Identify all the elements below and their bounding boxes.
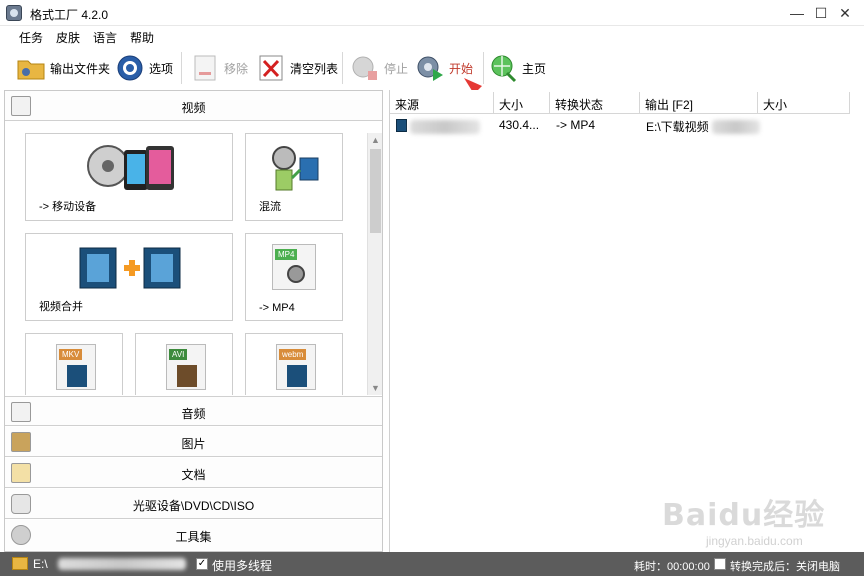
category-picture[interactable]: 图片 (5, 427, 382, 457)
output-path: E:\ (33, 557, 48, 571)
scroll-up-arrow-icon[interactable]: ▲ (368, 133, 383, 147)
folder-icon[interactable] (12, 557, 28, 570)
tile-mux[interactable]: 混流 (245, 133, 343, 221)
category-panel: 视频 -> 移动设备 混流 视频合并 MP4 -> MP4 MKV AVI we… (4, 90, 383, 552)
output-path-blurred (712, 120, 760, 134)
column-size[interactable]: 大小 (494, 92, 550, 114)
avi-file-icon: AVI (166, 344, 206, 390)
tile-video-join[interactable]: 视频合并 (25, 233, 233, 321)
category-document[interactable]: 文档 (5, 458, 382, 488)
video-file-icon (396, 119, 407, 132)
webm-file-icon: webm (276, 344, 316, 390)
category-video[interactable]: 视频 (5, 91, 382, 121)
source-filename-blurred (410, 120, 480, 134)
task-list: 来源 大小 转换状态 输出 [F2] 大小 430.4... -> MP4 E:… (389, 90, 864, 552)
category-optical-drive[interactable]: 光驱设备\DVD\CD\ISO (5, 489, 382, 519)
tile-mobile-device[interactable]: -> 移动设备 (25, 133, 233, 221)
elapsed-time: 耗时：00:00:00 (634, 561, 710, 573)
after-convert-checkbox[interactable] (714, 558, 726, 570)
multithread-label: 使用多线程 (212, 559, 273, 573)
baidu-watermark: Baidu经验 (662, 498, 826, 533)
mobile-devices-icon (87, 145, 174, 190)
row-size: 430.4... (499, 118, 540, 132)
tile-mp4[interactable]: MP4 -> MP4 (245, 233, 343, 321)
column-output[interactable]: 输出 [F2] (640, 92, 758, 114)
video-join-icon (79, 247, 181, 289)
column-source[interactable]: 来源 (390, 92, 494, 114)
category-tools[interactable]: 工具集 (5, 520, 382, 550)
scroll-down-arrow-icon[interactable]: ▼ (368, 381, 383, 395)
tile-mkv[interactable]: MKV (25, 333, 123, 395)
tile-webm[interactable]: webm (245, 333, 343, 395)
tile-avi[interactable]: AVI (135, 333, 233, 395)
mkv-file-icon: MKV (56, 344, 96, 390)
tile-scrollbar[interactable]: ▲ ▼ (367, 133, 382, 395)
row-output: E:\下载视频 (646, 120, 709, 134)
baidu-watermark-url: jingyan.baidu.com (706, 534, 803, 548)
multithread-checkbox[interactable]: ✓ (196, 558, 208, 570)
row-status: -> MP4 (556, 118, 596, 132)
status-bar: E:\ ✓ 使用多线程 耗时：00:00:00 转换完成后：关闭电脑 (0, 552, 864, 576)
category-audio[interactable]: 音频 (5, 396, 382, 426)
after-convert-label: 转换完成后：关闭电脑 (730, 561, 840, 573)
scrollbar-thumb[interactable] (370, 149, 381, 233)
output-path-blurred (58, 558, 186, 570)
mux-icon (272, 146, 319, 191)
column-status[interactable]: 转换状态 (550, 92, 640, 114)
mp4-file-icon: MP4 (272, 244, 316, 290)
column-output-size[interactable]: 大小 (758, 92, 850, 114)
